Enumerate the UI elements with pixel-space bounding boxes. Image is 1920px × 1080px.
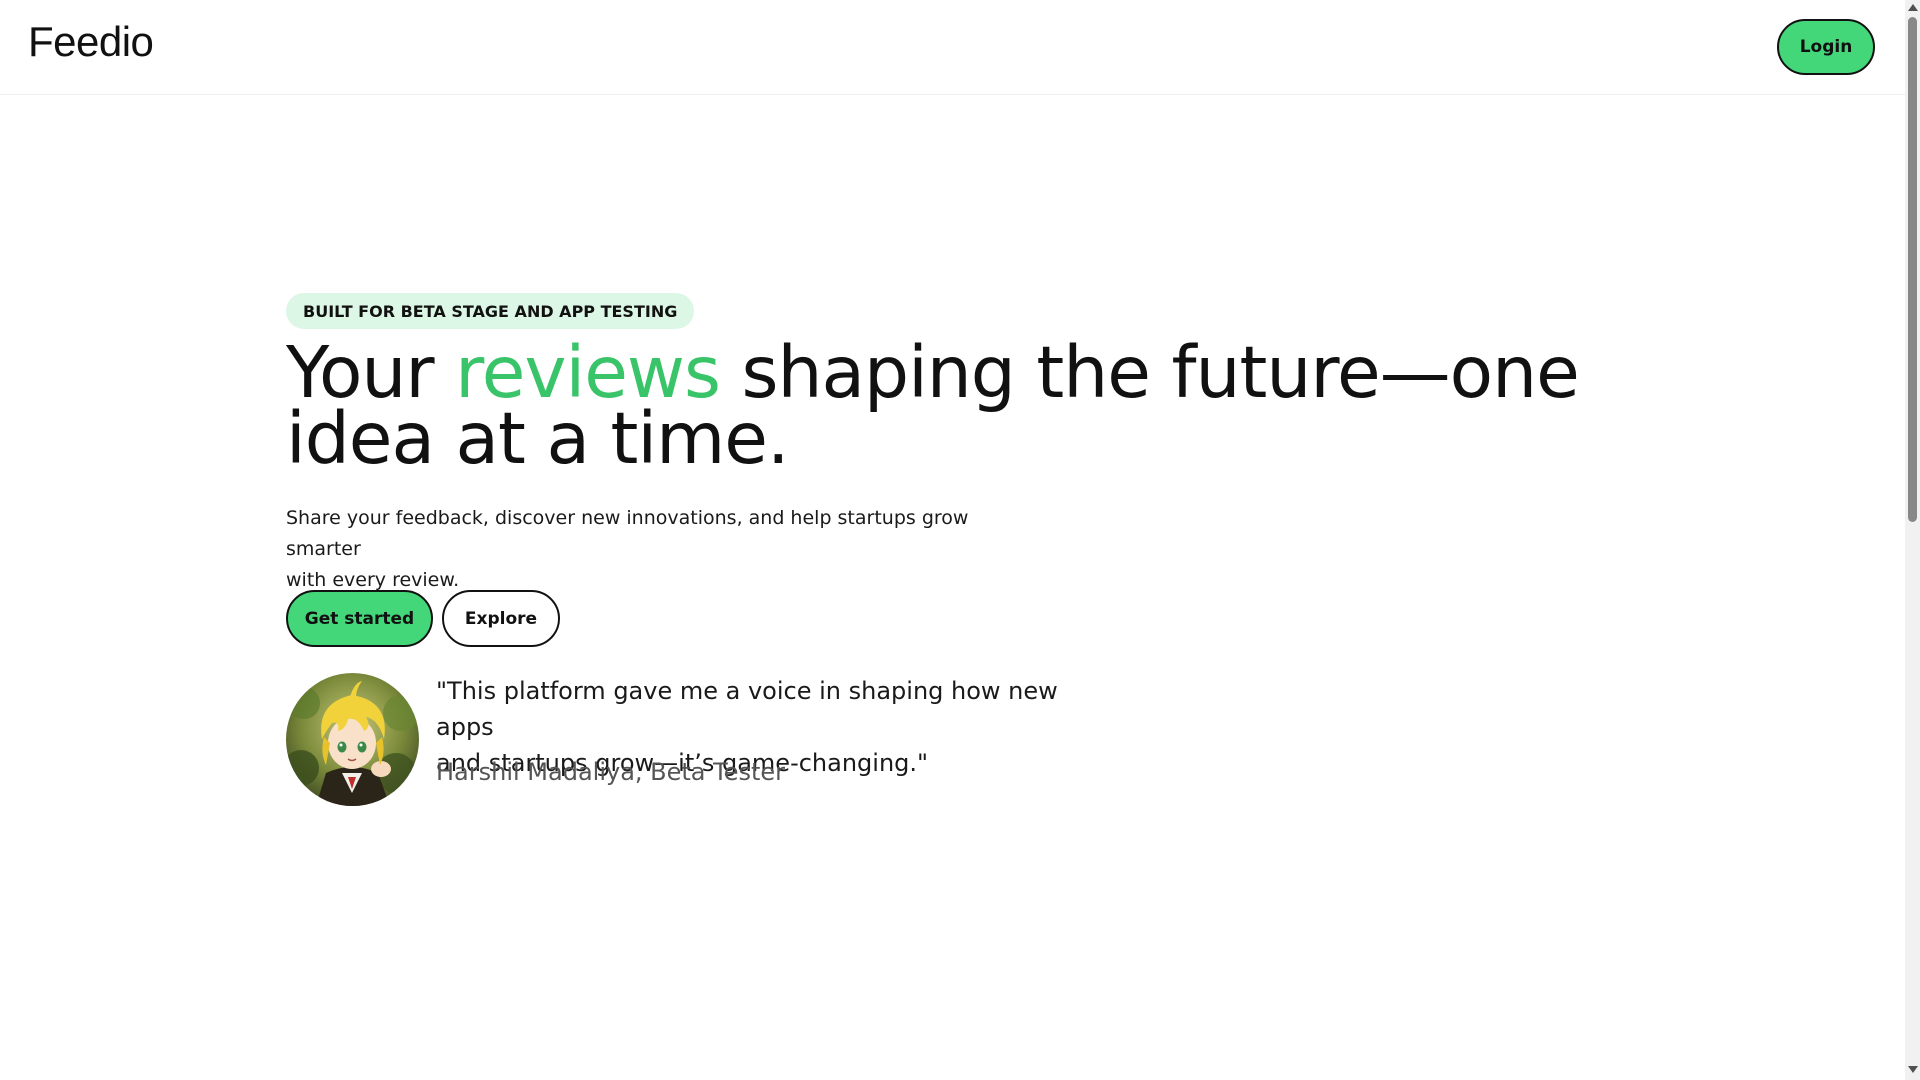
scrollbar[interactable] <box>1905 0 1920 1080</box>
subtext-line-1: Share your feedback, discover new innova… <box>286 507 969 560</box>
testimonial-avatar <box>286 673 419 806</box>
scroll-down-arrow-icon[interactable] <box>1908 1066 1918 1073</box>
site-header: Feedio Login <box>0 0 1905 95</box>
page: Feedio Login BUILT FOR BETA STAGE AND AP… <box>0 0 1920 1080</box>
scroll-up-arrow-icon[interactable] <box>1908 4 1918 11</box>
hero-headline: Your reviews shaping the future—one idea… <box>286 337 1646 474</box>
get-started-button[interactable]: Get started <box>286 590 433 647</box>
anime-character-avatar-icon <box>286 673 419 806</box>
explore-button[interactable]: Explore <box>442 590 560 647</box>
subtext-line-2: with every review. <box>286 569 460 591</box>
hero-subtext: Share your feedback, discover new innova… <box>286 503 1026 596</box>
hero-badge: BUILT FOR BETA STAGE AND APP TESTING <box>286 293 695 329</box>
login-button[interactable]: Login <box>1777 19 1875 75</box>
logo[interactable]: Feedio <box>28 18 154 66</box>
scrollbar-thumb[interactable] <box>1908 17 1917 522</box>
testimonial-author: Harshil Madaliya, Beta Tester <box>436 758 786 786</box>
quote-line-1: "This platform gave me a voice in shapin… <box>436 677 1058 741</box>
